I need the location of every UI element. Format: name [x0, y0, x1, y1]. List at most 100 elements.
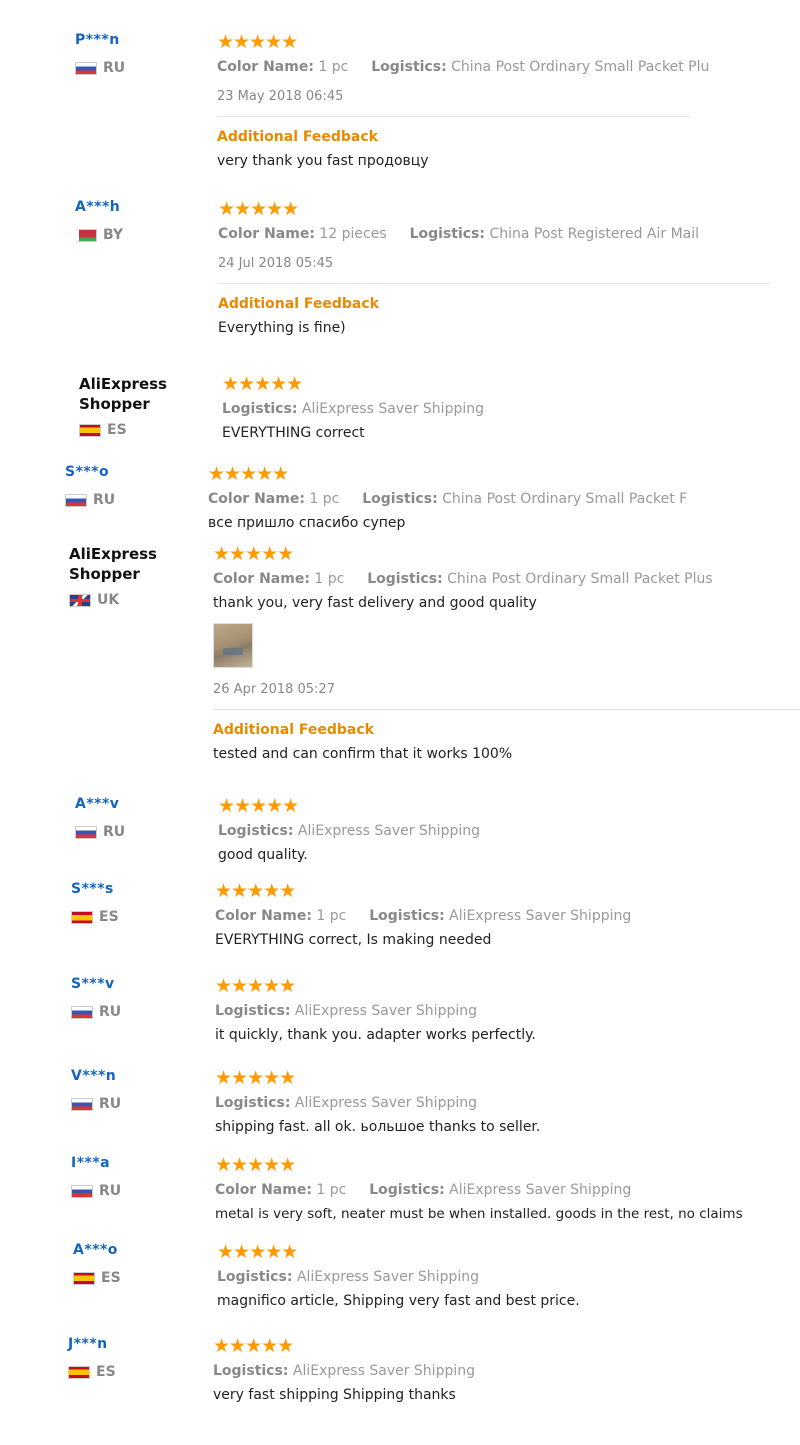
logistics-value: AliExpress Saver Shipping	[449, 1182, 632, 1198]
country-code: ES	[99, 909, 119, 925]
rating-stars-icon: ★★★★★	[215, 1154, 296, 1176]
review-text: shipping fast. all ok. ьольшое thanks to…	[215, 1119, 541, 1135]
color-label: Color Name:	[213, 571, 310, 587]
logistics-label: Logistics:	[215, 1095, 291, 1111]
country-code: BY	[103, 227, 124, 243]
review-body: ★★★★★ Logistics: AliExpress Saver Shippi…	[215, 976, 715, 1043]
reviewer-name[interactable]: A***v	[75, 796, 125, 812]
color-label: Color Name:	[217, 59, 314, 75]
review-body: ★★★★★ Logistics: AliExpress Saver Shippi…	[218, 796, 718, 863]
reviewer-info: I***a RU	[71, 1155, 121, 1199]
rating-stars-icon: ★★★★★	[217, 1241, 298, 1263]
color-label: Color Name:	[215, 908, 312, 924]
reviewer-country: ES	[71, 909, 119, 925]
reviewer-info: AliExpress Shopper UK	[69, 544, 189, 608]
logistics-label: Logistics:	[367, 571, 443, 587]
reviewer-name[interactable]: S***o	[65, 464, 115, 480]
flag-ru-icon	[75, 825, 97, 839]
logistics-label: Logistics:	[369, 908, 445, 924]
color-value: 12 pieces	[319, 226, 387, 242]
order-info: Color Name: 1 pc Logistics: AliExpress S…	[215, 908, 715, 924]
rating-stars-icon: ★★★★★	[218, 198, 299, 220]
divider	[218, 283, 770, 284]
review-body: ★★★★★ Logistics: AliExpress Saver Shippi…	[215, 1068, 715, 1135]
additional-feedback-label: Additional Feedback	[218, 296, 379, 312]
review-text: good quality.	[218, 847, 308, 863]
reviewer-info: J***n ES	[68, 1336, 116, 1380]
logistics-value: China Post Registered Air Mail	[489, 226, 700, 242]
reviewer-info: V***n RU	[71, 1068, 121, 1112]
additional-feedback-text: tested and can confirm that it works 100…	[213, 746, 513, 762]
logistics-value: China Post Ordinary Small Packet Plu	[451, 59, 710, 75]
reviewer-name[interactable]: S***v	[71, 976, 121, 992]
reviewer-info: A***o ES	[73, 1242, 121, 1286]
logistics-value: China Post Ordinary Small Packet F	[442, 491, 688, 507]
logistics-label: Logistics:	[213, 1363, 289, 1379]
reviewer-name[interactable]: A***h	[75, 199, 123, 215]
reviewer-info: S***s ES	[71, 881, 119, 925]
flag-uk-icon	[69, 593, 91, 607]
color-label: Color Name:	[208, 491, 305, 507]
reviewer-info: AliExpress Shopper ES	[79, 374, 199, 438]
review-body: ★★★★★ Color Name: 1 pc Logistics: AliExp…	[215, 1155, 775, 1222]
order-info: Color Name: 1 pc Logistics: China Post O…	[208, 491, 687, 507]
reviewer-name[interactable]: V***n	[71, 1068, 121, 1084]
clipped-date: ​	[215, 950, 715, 957]
review-date: 23 May 2018 06:45	[217, 89, 344, 104]
color-label: Color Name:	[218, 226, 315, 242]
rating-stars-icon: ★★★★★	[218, 795, 299, 817]
logistics-value: AliExpress Saver Shipping	[296, 1269, 479, 1285]
additional-feedback-text: Everything is fine)	[218, 320, 346, 336]
rating-stars-icon: ★★★★★	[215, 1067, 296, 1089]
rating-stars-icon: ★★★★★	[215, 880, 296, 902]
divider	[213, 709, 800, 710]
color-value: 1 pc	[316, 908, 347, 924]
reviewer-info: A***h BY	[75, 199, 123, 243]
country-code: ES	[101, 1270, 121, 1286]
flag-ru-icon	[71, 1184, 93, 1198]
review-text: metal is very soft, neater must be when …	[215, 1206, 743, 1222]
reviewer-info: P***n RU	[75, 32, 125, 76]
logistics-label: Logistics:	[222, 401, 298, 417]
rating-stars-icon: ★★★★★	[213, 1335, 294, 1357]
reviewer-name[interactable]: J***n	[68, 1336, 116, 1352]
country-code: UK	[97, 592, 120, 608]
rating-stars-icon: ★★★★★	[208, 463, 289, 485]
review-date: 24 Jul 2018 05:45	[218, 256, 334, 271]
review-body: ★★★★★ Logistics: AliExpress Saver Shippi…	[222, 374, 722, 441]
reviewer-country: ES	[73, 1270, 121, 1286]
color-label: Color Name:	[215, 1182, 312, 1198]
reviewer-name[interactable]: P***n	[75, 32, 125, 48]
reviewer-name[interactable]: AliExpress Shopper	[79, 374, 199, 414]
reviewer-country: BY	[75, 227, 123, 243]
order-info: Color Name: 1 pc Logistics: China Post O…	[213, 571, 800, 587]
order-info: Logistics: AliExpress Saver Shipping	[217, 1269, 717, 1285]
review-text: it quickly, thank you. adapter works per…	[215, 1027, 536, 1043]
order-info: Logistics: AliExpress Saver Shipping	[222, 401, 722, 417]
flag-es-icon	[71, 910, 93, 924]
reviewer-name[interactable]: I***a	[71, 1155, 121, 1171]
flag-ru-icon	[71, 1097, 93, 1111]
logistics-label: Logistics:	[409, 226, 485, 242]
logistics-label: Logistics:	[215, 1003, 291, 1019]
review-text: magnifico article, Shipping very fast an…	[217, 1293, 580, 1309]
logistics-label: Logistics:	[362, 491, 438, 507]
flag-es-icon	[73, 1271, 95, 1285]
rating-stars-icon: ★★★★★	[215, 975, 296, 997]
order-info: Logistics: AliExpress Saver Shipping	[213, 1363, 713, 1379]
flag-ru-icon	[71, 1005, 93, 1019]
reviewer-country: RU	[71, 1183, 121, 1199]
color-value: 1 pc	[309, 491, 340, 507]
country-code: RU	[99, 1096, 122, 1112]
review-body: ★★★★★ Color Name: 12 pieces Logistics: C…	[218, 199, 770, 336]
logistics-label: Logistics:	[371, 59, 447, 75]
order-info: Color Name: 1 pc Logistics: China Post O…	[217, 59, 709, 75]
logistics-value: AliExpress Saver Shipping	[292, 1363, 475, 1379]
reviewer-name[interactable]: S***s	[71, 881, 119, 897]
review-body: ★★★★★ Color Name: 1 pc Logistics: China …	[213, 544, 800, 762]
order-info: Logistics: AliExpress Saver Shipping	[218, 823, 718, 839]
reviewer-name[interactable]: AliExpress Shopper	[69, 544, 189, 584]
review-photo-thumbnail[interactable]	[213, 623, 253, 668]
order-info: Logistics: AliExpress Saver Shipping	[215, 1003, 715, 1019]
reviewer-name[interactable]: A***o	[73, 1242, 121, 1258]
